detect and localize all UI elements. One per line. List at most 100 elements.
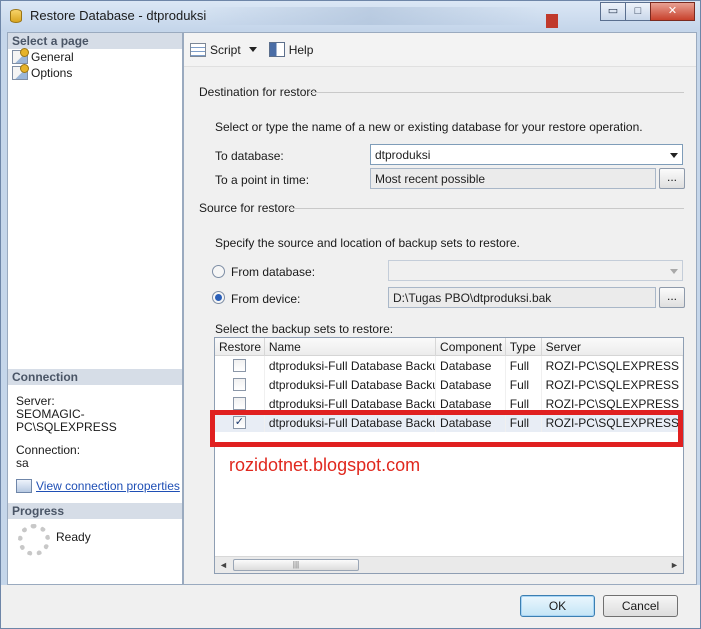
progress-section: Progress Ready [8, 503, 182, 585]
to-database-value: dtproduksi [375, 148, 431, 162]
background-window-fragment [546, 14, 558, 28]
chevron-down-icon[interactable] [248, 47, 257, 52]
database-icon [10, 9, 22, 23]
restore-cell [215, 356, 265, 375]
ok-button[interactable]: OK [520, 595, 595, 617]
connection-details: Server: SEOMAGIC-PC\SQLEXPRESS Connectio… [8, 385, 182, 493]
restore-database-window: Restore Database - dtproduksi ▭ □ ✕ Sele… [0, 0, 701, 629]
table-row-selected[interactable]: ✓ dtproduksi-Full Database Backup Databa… [215, 413, 683, 432]
restore-checkbox[interactable] [232, 378, 246, 391]
scroll-right-icon[interactable]: ► [666, 557, 683, 573]
point-in-time-label: To a point in time: [215, 173, 310, 187]
restore-cell [215, 375, 265, 394]
backup-sets-label: Select the backup sets to restore: [215, 322, 394, 336]
server-value: SEOMAGIC-PC\SQLEXPRESS [16, 407, 117, 434]
help-icon [268, 42, 285, 57]
connection-section: Connection Server: SEOMAGIC-PC\SQLEXPRES… [8, 369, 182, 493]
point-in-time-browse-button[interactable]: ... [659, 168, 685, 189]
group-divider [308, 92, 684, 93]
page-icon [12, 48, 29, 64]
connection-header: Connection [8, 369, 182, 385]
component-cell: Database [436, 356, 506, 375]
scroll-left-icon[interactable]: ◄ [215, 557, 232, 573]
component-cell: Database [436, 413, 506, 432]
restore-cell [215, 394, 265, 413]
restore-cell: ✓ [215, 413, 265, 432]
name-cell: dtproduksi-Full Database Backup [265, 413, 437, 432]
destination-group-title: Destination for restore [199, 85, 318, 99]
horizontal-scrollbar[interactable]: ◄ ||| ► [215, 556, 683, 573]
blog-watermark: rozidotnet.blogspot.com [229, 455, 421, 475]
from-database-combo [388, 260, 683, 281]
restore-checkbox[interactable] [232, 397, 246, 410]
sidebar-item-label: General [31, 50, 74, 64]
caption-buttons: ▭ □ ✕ [600, 2, 695, 21]
from-device-radio[interactable] [212, 291, 225, 304]
component-cell: Database [436, 394, 506, 413]
connection-value: sa [16, 456, 29, 470]
chevron-down-icon[interactable] [670, 153, 678, 158]
from-device-browse-button[interactable]: ... [659, 287, 685, 308]
view-connection-row: View connection properties [16, 479, 182, 493]
from-database-radio[interactable] [212, 265, 225, 278]
sidebar-item-options[interactable]: Options [8, 64, 182, 81]
main-panel: Script Help Destination for restore Sele… [183, 32, 697, 585]
maximize-button[interactable]: □ [625, 2, 651, 21]
destination-instruction: Select or type the name of a new or exis… [215, 120, 643, 134]
server-cell: ROZI-PC\SQLEXPRESS [542, 356, 683, 375]
type-cell: Full [506, 394, 542, 413]
restore-checkbox-checked[interactable]: ✓ [232, 416, 246, 429]
server-cell: ROZI-PC\SQLEXPRESS [542, 375, 683, 394]
cancel-button[interactable]: Cancel [603, 595, 678, 617]
select-page-header: Select a page [8, 33, 182, 49]
view-connection-properties-link[interactable]: View connection properties [36, 479, 180, 493]
type-cell: Full [506, 356, 542, 375]
column-header-server[interactable]: Server [542, 338, 683, 356]
column-header-type[interactable]: Type [506, 338, 542, 356]
type-cell: Full [506, 413, 542, 432]
chevron-down-icon [670, 269, 678, 274]
point-in-time-field: Most recent possible [370, 168, 656, 189]
from-database-label: From database: [231, 265, 316, 279]
page-icon [12, 64, 29, 80]
table-row[interactable]: dtproduksi-Full Database Backup Database… [215, 394, 683, 413]
column-header-restore[interactable]: Restore [215, 338, 265, 356]
name-cell: dtproduksi-Full Database Backup [265, 394, 437, 413]
dialog-footer: OK Cancel [1, 585, 700, 628]
group-divider [289, 208, 684, 209]
close-button[interactable]: ✕ [650, 2, 695, 21]
to-database-combo[interactable]: dtproduksi [370, 144, 683, 165]
table-row[interactable]: dtproduksi-Full Database Backup Database… [215, 356, 683, 375]
column-header-component[interactable]: Component [436, 338, 506, 356]
table-row[interactable]: dtproduksi-Full Database Backup Database… [215, 375, 683, 394]
help-button[interactable]: Help [268, 42, 314, 57]
progress-status: Ready [56, 530, 91, 544]
from-device-label: From device: [231, 292, 301, 306]
script-button[interactable]: Script [190, 42, 257, 57]
grid-header: Restore Name Component Type Server [215, 338, 683, 356]
help-label: Help [288, 42, 314, 57]
component-cell: Database [436, 375, 506, 394]
progress-header: Progress [8, 503, 182, 519]
window-title: Restore Database - dtproduksi [30, 8, 207, 23]
scrollbar-thumb[interactable]: ||| [233, 559, 359, 571]
name-cell: dtproduksi-Full Database Backup [265, 375, 437, 394]
progress-spinner-icon [18, 524, 50, 556]
connection-label: Connection: [16, 443, 81, 457]
restore-checkbox[interactable] [232, 359, 246, 372]
source-instruction: Specify the source and location of backu… [215, 236, 520, 250]
connection-properties-icon [16, 479, 32, 493]
server-cell: ROZI-PC\SQLEXPRESS [542, 413, 683, 432]
sidebar-item-label: Options [31, 66, 73, 80]
server-cell: ROZI-PC\SQLEXPRESS [542, 394, 683, 413]
column-header-name[interactable]: Name [265, 338, 437, 356]
sidebar-item-general[interactable]: General [8, 48, 182, 65]
source-group-title: Source for restore [199, 201, 296, 215]
to-database-label: To database: [215, 149, 284, 163]
minimize-button[interactable]: ▭ [600, 2, 626, 21]
title-bar[interactable]: Restore Database - dtproduksi ▭ □ ✕ [1, 1, 700, 31]
type-cell: Full [506, 375, 542, 394]
from-device-field: D:\Tugas PBO\dtproduksi.bak [388, 287, 656, 308]
script-label: Script [210, 42, 241, 57]
name-cell: dtproduksi-Full Database Backup [265, 356, 437, 375]
